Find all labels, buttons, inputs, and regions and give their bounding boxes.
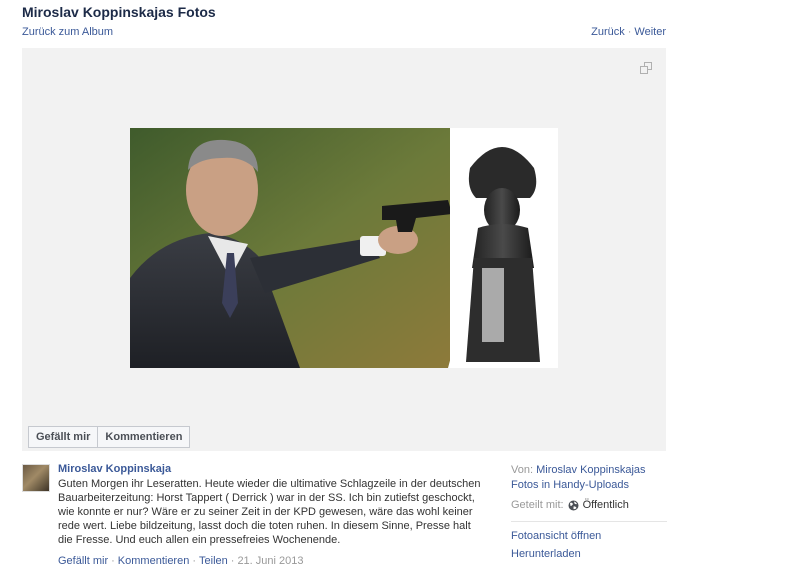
- in-word: in: [541, 479, 551, 491]
- post-share-link[interactable]: Teilen: [199, 555, 228, 567]
- shared-label: Geteilt mit:: [511, 499, 564, 511]
- next-photo-link[interactable]: Weiter: [634, 26, 666, 38]
- back-to-album-link[interactable]: Zurück zum Album: [22, 26, 113, 38]
- photo-stage: Gefällt mir Kommentieren: [22, 48, 666, 451]
- post-comment-link[interactable]: Kommentieren: [118, 555, 190, 567]
- page-title: Miroslav Koppinskajas Fotos: [22, 4, 216, 20]
- author-link[interactable]: Miroslav Koppinskaja: [58, 463, 488, 475]
- action-separator: ·: [192, 555, 197, 567]
- photo-sidebar: Von: Miroslav Koppinskajas Fotos in Hand…: [511, 463, 667, 566]
- shared-value[interactable]: Öffentlich: [583, 499, 629, 511]
- post-date[interactable]: 21. Juni 2013: [237, 555, 303, 567]
- post-actions: Gefällt mir · Kommentieren · Teilen · 21. Juni…: [58, 555, 488, 567]
- photo-pager: Zurück · Weiter: [591, 26, 666, 38]
- sidebar-divider: [511, 521, 667, 522]
- shared-line: Geteilt mit: Öffentlich: [511, 499, 667, 511]
- globe-icon: [568, 500, 579, 511]
- pager-separator: ·: [627, 26, 632, 38]
- previous-photo-link[interactable]: Zurück: [591, 26, 625, 38]
- uploads-link[interactable]: Handy-Uploads: [553, 479, 629, 491]
- post-caption: Miroslav Koppinskaja Guten Morgen ihr Le…: [58, 463, 488, 567]
- photo[interactable]: [130, 128, 558, 368]
- from-line: Von: Miroslav Koppinskajas Fotos in Hand…: [511, 463, 667, 493]
- from-label: Von:: [511, 464, 534, 476]
- action-separator: ·: [230, 555, 235, 567]
- expand-icon[interactable]: [640, 62, 652, 74]
- caption-text: Guten Morgen ihr Leseratten. Heute wiede…: [58, 478, 481, 546]
- avatar[interactable]: [22, 464, 50, 492]
- download-link[interactable]: Herunterladen: [511, 548, 667, 560]
- open-photo-view-link[interactable]: Fotoansicht öffnen: [511, 530, 667, 542]
- comment-button[interactable]: Kommentieren: [98, 426, 191, 448]
- action-separator: ·: [111, 555, 115, 567]
- post-like-link[interactable]: Gefällt mir: [58, 555, 108, 567]
- like-button[interactable]: Gefällt mir: [28, 426, 99, 448]
- photo-actions: Gefällt mir Kommentieren: [28, 426, 191, 448]
